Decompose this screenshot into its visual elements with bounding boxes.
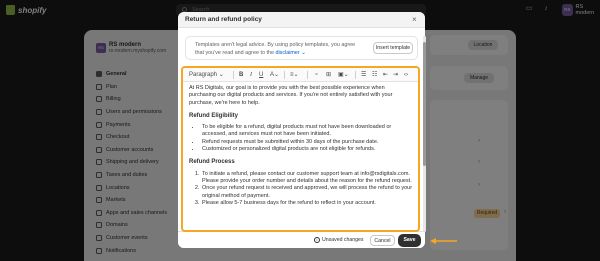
modal-title: Return and refund policy — [185, 16, 262, 23]
toolbar-divider — [355, 71, 356, 79]
media-icon[interactable]: ▣⌄ — [338, 71, 349, 79]
disclaimer-link[interactable]: disclaimer ⌄ — [275, 50, 305, 56]
process-list: To initiate a refund, please contact our… — [201, 171, 413, 207]
section-heading: Refund Process — [189, 159, 235, 166]
format-label: Paragraph — [189, 72, 218, 78]
insert-template-button[interactable]: Insert template — [373, 42, 413, 54]
disclaimer-link-text: disclaimer — [275, 50, 300, 56]
cancel-button[interactable]: Cancel — [370, 235, 395, 246]
format-select[interactable]: Paragraph ⌄ — [189, 71, 224, 79]
align-icon[interactable]: ≡⌄ — [290, 71, 299, 79]
close-icon[interactable]: × — [412, 15, 417, 24]
list-item: Customized or personalized digital produ… — [201, 146, 413, 153]
banner-text: Templates aren't legal advice. By using … — [195, 41, 365, 57]
list-item: To be eligible for a refund, digital pro… — [201, 124, 413, 139]
outdent-icon[interactable]: ⇤ — [383, 71, 388, 79]
list-item: To initiate a refund, please contact our… — [201, 171, 413, 186]
list-item: Please allow 5-7 business days for the r… — [201, 200, 413, 207]
policy-document[interactable]: At RS Digitals, our goal is to provide y… — [189, 85, 413, 207]
editor-toolbar: Paragraph ⌄ B I U A⌄ ≡⌄ ⚭ ⊞ ▣⌄ ☰ ☷ ⇤ ⇥ ‹… — [183, 68, 418, 82]
toolbar-divider — [233, 71, 234, 79]
toolbar-divider — [307, 71, 308, 79]
list-item: Refund requests must be submitted within… — [201, 139, 413, 146]
chevron-down-icon: ⌄ — [218, 72, 224, 78]
template-banner: Templates aren't legal advice. By using … — [185, 36, 418, 60]
save-button[interactable]: Save — [399, 235, 420, 246]
indent-icon[interactable]: ⇥ — [393, 71, 398, 79]
annotation-arrow-icon — [430, 238, 457, 244]
underline-button[interactable]: U — [259, 71, 263, 79]
numbered-list-icon[interactable]: ☷ — [372, 71, 377, 79]
chevron-down-icon: ⌄ — [274, 72, 280, 78]
eligibility-list: To be eligible for a refund, digital pro… — [201, 124, 413, 153]
toolbar-divider — [284, 71, 285, 79]
modal-footer: i Unsaved changes Cancel Save — [178, 231, 425, 248]
intro-paragraph: At RS Digitals, our goal is to provide y… — [189, 85, 393, 106]
table-icon[interactable]: ⊞ — [326, 71, 331, 79]
text-color-button[interactable]: A⌄ — [270, 71, 279, 79]
unsaved-label: Unsaved changes — [322, 237, 364, 243]
chevron-down-icon: ⌄ — [301, 50, 306, 56]
scrollbar-thumb[interactable] — [423, 42, 426, 166]
info-icon: i — [314, 237, 320, 243]
italic-button[interactable]: I — [250, 71, 252, 79]
policy-editor[interactable]: Paragraph ⌄ B I U A⌄ ≡⌄ ⚭ ⊞ ▣⌄ ☰ ☷ ⇤ ⇥ ‹… — [181, 66, 420, 232]
code-view-icon[interactable]: ‹› — [404, 71, 408, 79]
bullet-list-icon[interactable]: ☰ — [361, 71, 366, 79]
link-icon[interactable]: ⚭ — [314, 71, 319, 79]
bold-button[interactable]: B — [239, 71, 243, 79]
unsaved-changes-indicator: i Unsaved changes — [314, 237, 364, 243]
list-item: Once your refund request is received and… — [201, 185, 413, 200]
modal-scrollbar[interactable] — [423, 36, 426, 232]
modal-header: Return and refund policy × — [178, 12, 425, 28]
section-heading: Refund Eligibility — [189, 112, 238, 119]
